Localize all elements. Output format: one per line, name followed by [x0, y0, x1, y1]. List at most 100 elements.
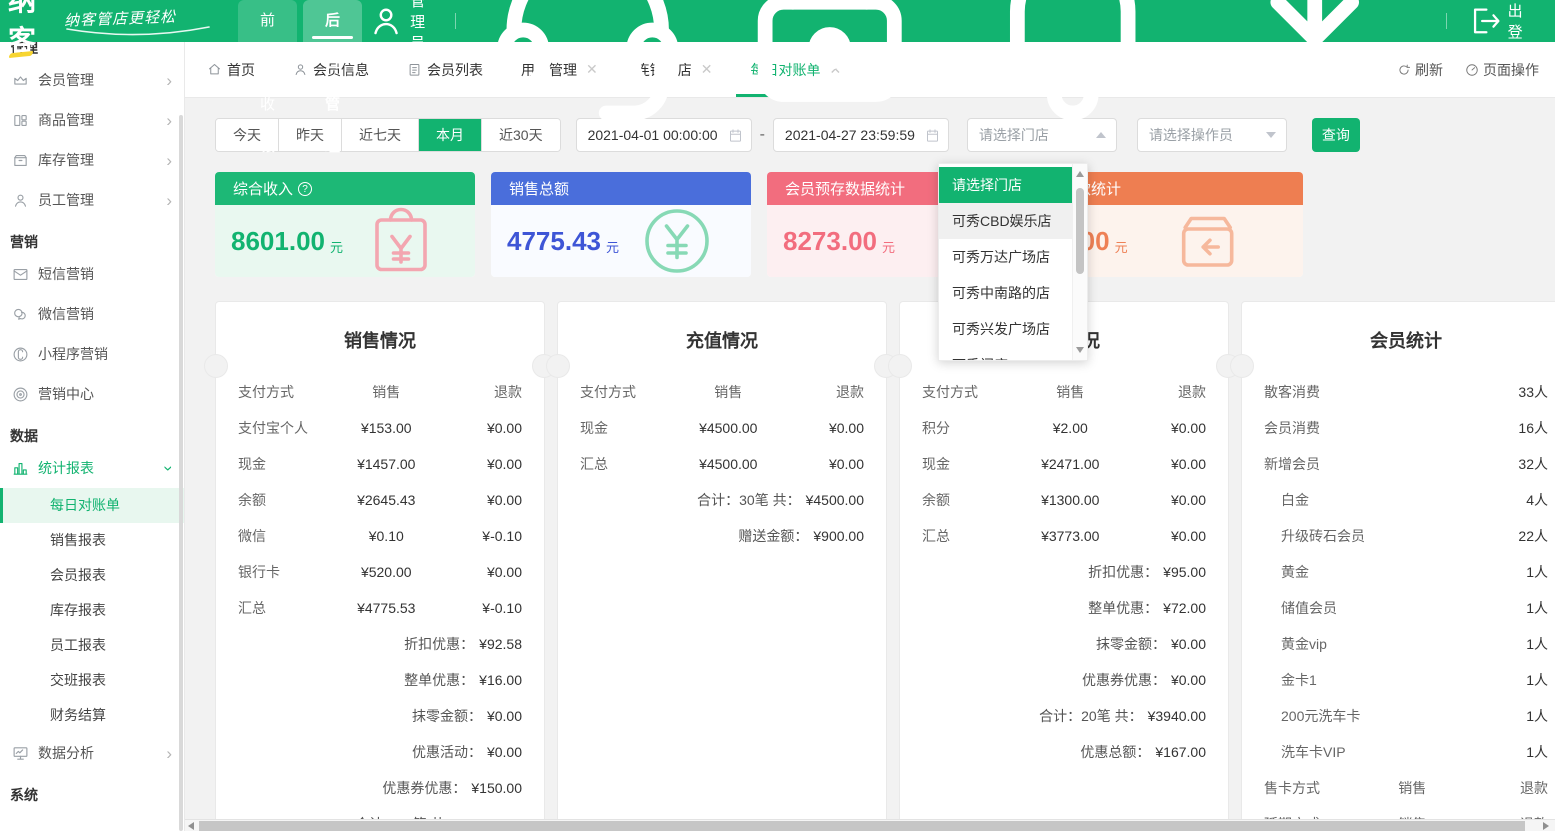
stat-row: 会员消费16人 [1264, 410, 1548, 446]
scroll-down-icon[interactable] [1076, 347, 1084, 353]
inventory-icon [12, 152, 29, 169]
summary-label: 折扣优惠： [1088, 562, 1158, 582]
summary-value: ¥150.00 [471, 780, 522, 796]
scroll-left-icon[interactable] [188, 822, 194, 830]
sidebar-subitem-会员报表[interactable]: 会员报表 [0, 558, 184, 593]
stat-value: 1人 [1526, 634, 1548, 654]
logout-button[interactable]: 退出登录 [1468, 0, 1537, 63]
sidebar-subitem-员工报表[interactable]: 员工报表 [0, 628, 184, 663]
miniapp-icon [12, 346, 29, 363]
brand-logo: 纳客 [8, 0, 42, 61]
bell-icon[interactable] [962, 0, 1183, 132]
sidebar-item-会员管理[interactable]: 会员管理› [0, 60, 184, 100]
sidebar-item-短信营销[interactable]: 短信营销 [0, 254, 184, 294]
summary-value: ¥167.00 [1155, 744, 1206, 760]
clipboard-yen-icon [343, 205, 459, 277]
sidebar-item-库存管理[interactable]: 库存管理› [0, 140, 184, 180]
sidebar-item-数据分析[interactable]: 数据分析› [0, 733, 184, 773]
summary-line: 优惠券优惠：¥150.00 [238, 770, 522, 806]
sidebar-item-商品管理[interactable]: 商品管理› [0, 100, 184, 140]
headset-icon[interactable] [477, 0, 698, 132]
chart-icon [12, 460, 29, 477]
sidebar-section-label: 数据 [0, 414, 184, 448]
table-header-row: 支付方式销售退款 [580, 374, 864, 410]
stat-label: 储值会员 [1264, 598, 1337, 618]
summary-value: ¥72.00 [1163, 600, 1206, 616]
cell: 支付方式 [580, 382, 676, 402]
store-option[interactable]: 可秀中南路的店 [939, 275, 1087, 311]
cell: 销售 [1360, 778, 1464, 798]
tab-首页[interactable]: 首页 [207, 42, 255, 97]
chevron-right-icon: › [161, 465, 178, 471]
chevron-right-icon: › [166, 745, 172, 762]
sidebar-item-统计报表[interactable]: 统计报表› [0, 448, 184, 488]
store-option[interactable]: 可秀兴发广场店 [939, 311, 1087, 347]
stat-label: 洗车卡VIP [1264, 742, 1346, 762]
sidebar-subitem-库存报表[interactable]: 库存报表 [0, 593, 184, 628]
table-row: 银行卡¥520.00¥0.00 [238, 554, 522, 590]
scroll-right-icon[interactable] [1543, 822, 1549, 830]
cell: ¥1300.00 [1018, 492, 1122, 508]
stat-row: 黄金1人 [1264, 554, 1548, 590]
summary-value: ¥16.00 [479, 672, 522, 688]
crown-icon [12, 72, 29, 89]
top-nav-tab[interactable]: 后台管理 [303, 0, 362, 42]
cell: 退款 [438, 382, 522, 402]
cell: 支付方式 [922, 382, 1018, 402]
cell: 支付宝个人 [238, 418, 334, 438]
cell: 积分 [922, 418, 1018, 438]
store-option[interactable]: 请选择门店 [939, 167, 1087, 203]
store-option[interactable]: 可秀CBD娱乐店 [939, 203, 1087, 239]
card-value: 8273.00 [783, 226, 877, 257]
cell: ¥4775.53 [334, 600, 438, 616]
tab-label: 首页 [227, 60, 255, 80]
sidebar-item-小程序营销[interactable]: 小程序营销 [0, 334, 184, 374]
download-icon[interactable] [1204, 0, 1425, 132]
summary-line: 优惠活动：¥0.00 [238, 734, 522, 770]
sidebar-scrollbar[interactable] [179, 115, 183, 831]
cell: 汇总 [238, 598, 334, 618]
summary-label: 合计：30笔 共： [697, 490, 800, 510]
sidebar-item-微信营销[interactable]: 微信营销 [0, 294, 184, 334]
stat-value: 1人 [1526, 706, 1548, 726]
table-row: 微信¥0.10¥-0.10 [238, 518, 522, 554]
table-header-row: 支付方式销售退款 [922, 374, 1206, 410]
sidebar-item-营销中心[interactable]: 营销中心 [0, 374, 184, 414]
stat-row: 储值会员1人 [1264, 590, 1548, 626]
help-icon[interactable]: ? [298, 182, 312, 196]
dropdown-scrollbar[interactable] [1072, 164, 1087, 360]
cell: ¥0.10 [334, 528, 438, 544]
sidebar-subitem-交班报表[interactable]: 交班报表 [0, 663, 184, 698]
chevron-right-icon: › [166, 72, 172, 89]
lock-icon[interactable] [719, 0, 940, 132]
stat-value: 1人 [1526, 562, 1548, 582]
cell: 现金 [922, 454, 1018, 474]
summary-line: 折扣优惠：¥92.58 [238, 626, 522, 662]
scroll-up-icon[interactable] [1076, 171, 1084, 177]
summary-label: 抹零金额： [412, 706, 482, 726]
user-menu[interactable]: 管理员 [368, 0, 435, 53]
sidebar-subitem-每日对账单[interactable]: 每日对账单 [0, 488, 184, 523]
summary-value: ¥0.00 [1171, 672, 1206, 688]
table-row: 余额¥2645.43¥0.00 [238, 482, 522, 518]
top-nav-tab[interactable]: 前台收银 [238, 0, 297, 42]
store-option[interactable]: 可秀万达广场店 [939, 239, 1087, 275]
stat-row: 散客消费33人 [1264, 374, 1548, 410]
sidebar-item-员工管理[interactable]: 员工管理› [0, 180, 184, 220]
horizontal-scrollbar[interactable] [185, 819, 1555, 831]
stat-label: 金卡1 [1264, 670, 1317, 690]
sidebar-subitem-财务结算[interactable]: 财务结算 [0, 698, 184, 733]
card-title-text: 会员预存数据统计 [785, 178, 905, 199]
cell: 退款 [1464, 778, 1548, 798]
dropdown-scrollbar-thumb[interactable] [1076, 188, 1084, 274]
summary-cards: 综合收入?8601.00元销售总额4775.43元会员预存数据统计8273.00… [215, 172, 1555, 277]
chevron-right-icon: › [166, 152, 172, 169]
store-option[interactable]: 可秀门店 [939, 347, 1087, 361]
card-body: 4775.43元 [491, 205, 751, 277]
horizontal-scrollbar-thumb[interactable] [199, 821, 1525, 831]
chevron-down-icon [1266, 132, 1276, 138]
sidebar-subitem-销售报表[interactable]: 销售报表 [0, 523, 184, 558]
panel-充值情况: 充值情况支付方式销售退款现金¥4500.00¥0.00汇总¥4500.00¥0.… [557, 301, 887, 831]
sidebar-item-label: 商品管理 [38, 110, 94, 130]
cell: ¥2.00 [1018, 420, 1122, 436]
